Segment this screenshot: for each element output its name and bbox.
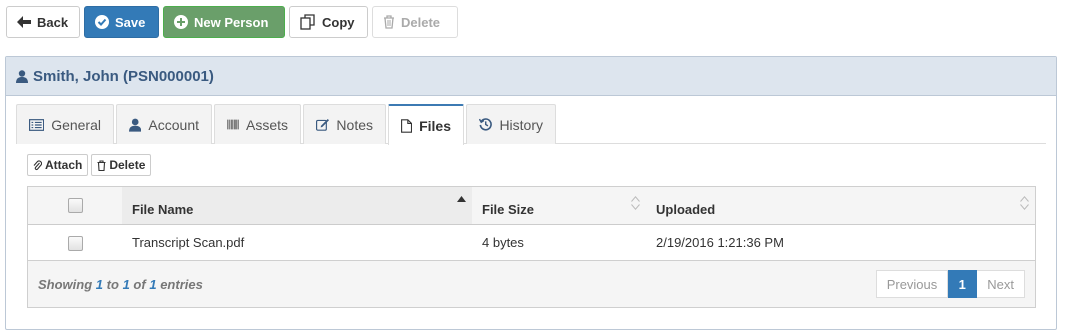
person-panel: Smith, John (PSN000001) General Account … bbox=[5, 56, 1057, 330]
attach-button[interactable]: Attach bbox=[27, 154, 89, 176]
column-header-file-size-label: File Size bbox=[482, 201, 535, 217]
column-header-file-size[interactable]: File Size bbox=[472, 187, 646, 225]
save-button[interactable]: Save bbox=[84, 6, 159, 38]
attach-button-label: Attach bbox=[45, 158, 83, 172]
tab-history[interactable]: History bbox=[466, 104, 556, 144]
edit-icon bbox=[316, 119, 330, 131]
row-checkbox[interactable] bbox=[67, 235, 83, 251]
new-person-button[interactable]: New Person bbox=[163, 6, 285, 38]
delete-button[interactable]: Delete bbox=[372, 6, 458, 38]
back-button-label: Back bbox=[37, 14, 69, 30]
tab-assets[interactable]: Assets bbox=[214, 104, 301, 144]
table-header-row: File Name File Size Uploaded bbox=[28, 187, 1035, 225]
column-header-uploaded[interactable]: Uploaded bbox=[646, 187, 1035, 225]
tab-account-label: Account bbox=[148, 116, 199, 133]
tab-bar: General Account Assets Notes Files Histo… bbox=[16, 104, 1046, 145]
back-button[interactable]: Back bbox=[6, 6, 80, 38]
file-actions: Attach Delete bbox=[27, 154, 152, 176]
barcode-icon bbox=[227, 119, 239, 130]
column-header-file-name[interactable]: File Name bbox=[122, 187, 472, 225]
row-select-cell bbox=[28, 224, 122, 261]
previous-page-button[interactable]: Previous bbox=[875, 270, 949, 298]
entries-info: Showing 1 to 1 of 1 entries bbox=[38, 277, 203, 292]
trash-icon bbox=[384, 15, 394, 29]
sort-asc-icon bbox=[457, 196, 466, 202]
info-total: 1 bbox=[149, 276, 157, 292]
tab-notes[interactable]: Notes bbox=[303, 104, 386, 144]
info-prefix: Showing bbox=[38, 276, 93, 292]
tab-assets-label: Assets bbox=[245, 116, 288, 133]
page-title: Smith, John (PSN000001) bbox=[33, 67, 214, 85]
plus-circle-icon bbox=[174, 15, 188, 29]
column-header-file-name-label: File Name bbox=[132, 201, 194, 217]
column-header-uploaded-label: Uploaded bbox=[656, 201, 716, 217]
toolbar: Back Save New Person Copy Delete bbox=[6, 6, 458, 38]
table-row[interactable]: Transcript Scan.pdf 4 bytes 2/19/2016 1:… bbox=[28, 224, 1035, 261]
delete-button-label: Delete bbox=[401, 14, 441, 30]
tab-files[interactable]: Files bbox=[388, 104, 464, 145]
copy-button-label: Copy bbox=[322, 14, 355, 30]
paperclip-icon bbox=[33, 159, 42, 170]
file-icon bbox=[401, 118, 413, 133]
info-of-word: of bbox=[133, 276, 146, 292]
file-delete-button-label: Delete bbox=[109, 158, 146, 172]
sort-both-icon bbox=[1020, 196, 1029, 210]
copy-icon bbox=[300, 14, 315, 30]
trash-icon bbox=[97, 159, 106, 171]
sort-both-icon bbox=[631, 196, 640, 210]
info-to-word: to bbox=[106, 276, 119, 292]
table-footer: Showing 1 to 1 of 1 entries Previous 1 N… bbox=[28, 260, 1035, 307]
tab-notes-label: Notes bbox=[336, 116, 373, 133]
tab-account[interactable]: Account bbox=[116, 104, 212, 144]
files-table: File Name File Size Uploaded Transcript … bbox=[27, 186, 1036, 308]
uploaded-cell: 2/19/2016 1:21:36 PM bbox=[656, 235, 784, 251]
tab-history-label: History bbox=[499, 116, 543, 133]
tab-general-label: General bbox=[51, 116, 101, 133]
list-icon bbox=[29, 118, 45, 131]
history-icon bbox=[479, 118, 492, 131]
check-circle-icon bbox=[95, 15, 109, 29]
new-person-button-label: New Person bbox=[194, 14, 269, 30]
copy-button[interactable]: Copy bbox=[289, 6, 368, 38]
file-delete-button[interactable]: Delete bbox=[91, 154, 152, 176]
next-page-button[interactable]: Next bbox=[977, 270, 1025, 298]
pagination: Previous 1 Next bbox=[875, 270, 1025, 298]
user-icon bbox=[129, 118, 142, 132]
user-icon bbox=[16, 69, 28, 83]
tab-files-label: Files bbox=[419, 117, 451, 134]
file-name-cell: Transcript Scan.pdf bbox=[132, 235, 245, 251]
page-1-button[interactable]: 1 bbox=[948, 270, 978, 298]
tab-general[interactable]: General bbox=[16, 104, 114, 144]
select-all-checkbox[interactable] bbox=[67, 198, 83, 214]
info-to: 1 bbox=[122, 276, 130, 292]
save-button-label: Save bbox=[115, 14, 146, 30]
info-suffix: entries bbox=[160, 276, 203, 292]
file-size-cell: 4 bytes bbox=[482, 235, 524, 251]
panel-heading: Smith, John (PSN000001) bbox=[6, 57, 1056, 96]
arrow-left-icon bbox=[17, 16, 31, 28]
select-all-cell bbox=[28, 187, 122, 225]
info-from: 1 bbox=[95, 276, 104, 292]
